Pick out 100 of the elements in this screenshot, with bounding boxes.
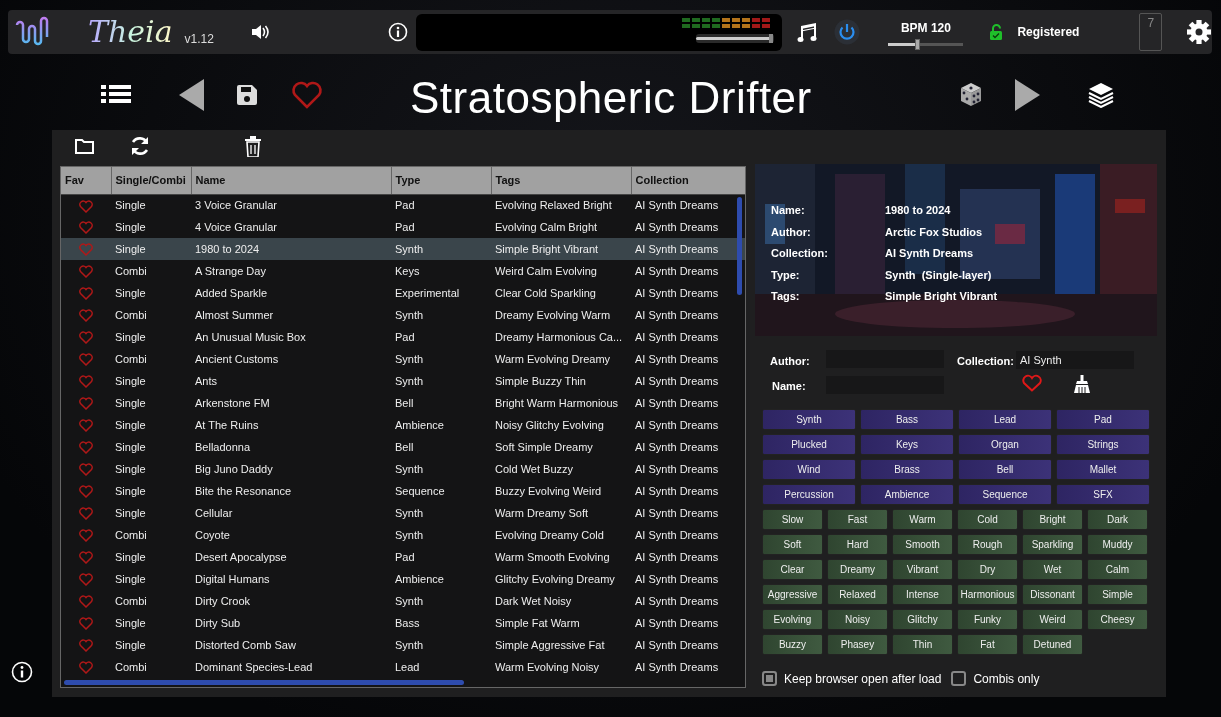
trash-icon[interactable] [244, 136, 262, 157]
heart-icon[interactable] [79, 287, 93, 301]
info-icon[interactable] [387, 22, 408, 42]
preset-row[interactable]: Single Bite the Resonance Sequence Buzzy Evolving Weird AI Synth Dreams [61, 480, 745, 502]
tag-button[interactable]: Harmonious [957, 584, 1018, 605]
tag-button[interactable]: SFX [1056, 484, 1150, 505]
layers-icon[interactable] [1088, 82, 1114, 108]
heart-icon[interactable] [79, 551, 93, 565]
tag-button[interactable]: Weird [1022, 609, 1083, 630]
tag-button[interactable]: Thin [892, 634, 953, 655]
collection-field[interactable]: AI Synth [1016, 351, 1134, 369]
play-triangle-icon[interactable] [1014, 79, 1040, 111]
column-header[interactable]: Tags [491, 167, 631, 194]
heart-icon[interactable] [79, 595, 93, 609]
checkbox-option[interactable]: Keep browser open after load [762, 670, 942, 688]
tag-button[interactable]: Funky [957, 609, 1018, 630]
tag-button[interactable]: Simple [1087, 584, 1148, 605]
tag-button[interactable]: Dry [957, 559, 1018, 580]
preset-row[interactable]: Single An Unusual Music Box Pad Dreamy Harmonious Ca... AI Synth Dreams [61, 326, 745, 348]
tag-button[interactable]: Glitchy [892, 609, 953, 630]
heart-icon[interactable] [79, 375, 93, 389]
vertical-scrollbar[interactable] [737, 197, 742, 295]
tag-button[interactable]: Soft [762, 534, 823, 555]
preset-row[interactable]: Single Digital Humans Ambience Glitchy Evolving Dreamy AI Synth Dreams [61, 568, 745, 590]
heart-icon[interactable] [79, 463, 93, 477]
tag-button[interactable]: Evolving [762, 609, 823, 630]
preset-row[interactable]: Combi Dominant Species-Lead Lead Warm Evolving Noisy AI Synth Dreams [61, 656, 745, 678]
preset-row[interactable]: Single Desert Apocalypse Pad Warm Smooth Evolving AI Synth Dreams [61, 546, 745, 568]
heart-icon[interactable] [79, 419, 93, 433]
heart-icon[interactable] [79, 243, 93, 257]
list-icon[interactable] [101, 84, 131, 106]
heart-icon[interactable] [79, 485, 93, 499]
tag-button[interactable]: Fast [827, 509, 888, 530]
preset-row[interactable]: Single 3 Voice Granular Pad Evolving Relaxed Bright AI Synth Dreams [61, 194, 745, 216]
tag-button[interactable]: Vibrant [892, 559, 953, 580]
tag-button[interactable]: Bright [1022, 509, 1083, 530]
tag-button[interactable]: Lead [958, 409, 1052, 430]
tag-button[interactable]: Ambience [860, 484, 954, 505]
tag-button[interactable]: Smooth [892, 534, 953, 555]
preset-row[interactable]: Single Cellular Synth Warm Dreamy Soft AI Synth Dreams [61, 502, 745, 524]
preset-row[interactable]: Single Added Sparkle Experimental Clear Cold Sparkling AI Synth Dreams [61, 282, 745, 304]
preset-row[interactable]: Single Distorted Comb Saw Synth Simple Aggressive Fat AI Synth Dreams [61, 634, 745, 656]
heart-icon[interactable] [79, 617, 93, 631]
tag-button[interactable]: Sequence [958, 484, 1052, 505]
power-icon[interactable] [834, 19, 861, 45]
column-header[interactable]: Fav [61, 167, 111, 194]
tag-button[interactable]: Aggressive [762, 584, 823, 605]
tag-button[interactable]: Cold [957, 509, 1018, 530]
broom-icon[interactable] [1074, 375, 1090, 393]
tag-button[interactable]: Dissonant [1022, 584, 1083, 605]
back-triangle-icon[interactable] [179, 79, 205, 111]
heart-icon[interactable] [79, 529, 93, 543]
tag-button[interactable]: Muddy [1087, 534, 1148, 555]
heart-icon[interactable] [79, 661, 93, 675]
heart-icon[interactable] [79, 507, 93, 521]
tag-button[interactable]: Detuned [1022, 634, 1083, 655]
column-header[interactable]: Single/Combi [111, 167, 191, 194]
volume-slider[interactable] [696, 33, 775, 43]
preset-row[interactable]: Single 4 Voice Granular Pad Evolving Calm Bright AI Synth Dreams [61, 216, 745, 238]
preset-row[interactable]: Combi Coyote Synth Evolving Dreamy Cold AI Synth Dreams [61, 524, 745, 546]
preset-row[interactable]: Single 1980 to 2024 Synth Simple Bright Vibrant AI Synth Dreams [61, 238, 745, 260]
column-header[interactable]: Name [191, 167, 391, 194]
heart-icon[interactable] [79, 199, 93, 213]
checkbox-option[interactable]: Combis only [951, 670, 1040, 688]
tag-button[interactable]: Brass [860, 459, 954, 480]
favorite-heart-icon[interactable] [291, 81, 323, 109]
heart-icon[interactable] [79, 639, 93, 653]
dice-icon[interactable] [958, 81, 984, 107]
preset-row[interactable]: Single Big Juno Daddy Synth Cold Wet Buzzy AI Synth Dreams [61, 458, 745, 480]
preset-row[interactable]: Single Belladonna Bell Soft Simple Dreamy AI Synth Dreams [61, 436, 745, 458]
column-header[interactable]: Type [391, 167, 491, 194]
tag-button[interactable]: Organ [958, 434, 1052, 455]
tag-button[interactable]: Wind [762, 459, 856, 480]
tag-button[interactable]: Mallet [1056, 459, 1150, 480]
tag-button[interactable]: Hard [827, 534, 888, 555]
preset-row[interactable]: Combi Dirty Crook Synth Dark Wet Noisy AI Synth Dreams [61, 590, 745, 612]
preset-row[interactable]: Combi Ancient Customs Synth Warm Evolving Dreamy AI Synth Dreams [61, 348, 745, 370]
tag-button[interactable]: Calm [1087, 559, 1148, 580]
tag-button[interactable]: Rough [957, 534, 1018, 555]
tag-button[interactable]: Warm [892, 509, 953, 530]
tag-button[interactable]: Intense [892, 584, 953, 605]
tag-button[interactable]: Percussion [762, 484, 856, 505]
speaker-icon[interactable] [249, 23, 270, 41]
tag-button[interactable]: Sparkling [1022, 534, 1083, 555]
tag-button[interactable]: Dark [1087, 509, 1148, 530]
tag-button[interactable]: Relaxed [827, 584, 888, 605]
heart-icon[interactable] [79, 265, 93, 279]
preset-row[interactable]: Single Arkenstone FM Bell Bright Warm Harmonious AI Synth Dreams [61, 392, 745, 414]
preset-row[interactable]: Single Dirty Sub Bass Simple Fat Warm AI Synth Dreams [61, 612, 745, 634]
tag-button[interactable]: Pad [1056, 409, 1150, 430]
tag-button[interactable]: Strings [1056, 434, 1150, 455]
tag-button[interactable]: Wet [1022, 559, 1083, 580]
refresh-icon[interactable] [129, 135, 151, 157]
tag-button[interactable]: Buzzy [762, 634, 823, 655]
heart-icon[interactable] [79, 309, 93, 323]
heart-icon[interactable] [79, 573, 93, 587]
preset-row[interactable]: Combi Almost Summer Synth Dreamy Evolving Warm AI Synth Dreams [61, 304, 745, 326]
settings-icon[interactable] [1186, 19, 1212, 45]
tag-button[interactable]: Bell [958, 459, 1052, 480]
horizontal-scrollbar[interactable] [64, 680, 464, 685]
